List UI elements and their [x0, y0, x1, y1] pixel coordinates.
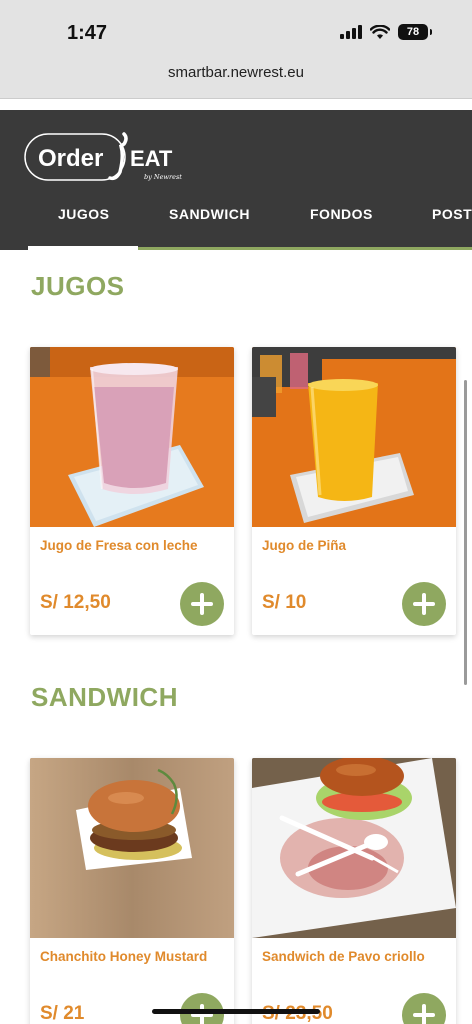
logo-by-text: by Newrest: [144, 173, 182, 181]
status-icons: 78: [340, 24, 432, 40]
product-image-turkey-sandwich: [252, 758, 456, 938]
product-card[interactable]: Sandwich de Pavo criollo S/ 23,50: [252, 758, 456, 1024]
product-price: S/ 10: [262, 592, 307, 613]
tab-jugos[interactable]: JUGOS: [58, 206, 110, 222]
section-title-jugos: JUGOS: [31, 271, 125, 301]
cellular-signal-icon: [340, 25, 362, 39]
tab-postres[interactable]: POST: [432, 206, 472, 222]
tab-sandwich[interactable]: SANDWICH: [169, 206, 250, 222]
tab-fondos[interactable]: FONDOS: [310, 206, 373, 222]
category-tabs: JUGOS SANDWICH FONDOS POST: [0, 202, 472, 242]
active-tab-indicator: [28, 246, 138, 250]
product-name: Sandwich de Pavo criollo: [262, 949, 425, 964]
tabs-accent-line: [138, 247, 472, 250]
product-price: S/ 12,50: [40, 592, 111, 613]
add-to-cart-button[interactable]: [402, 993, 446, 1024]
battery-icon: 78: [398, 24, 428, 40]
product-card[interactable]: Jugo de Piña S/ 10: [252, 347, 456, 635]
page-scrollbar[interactable]: [464, 380, 467, 685]
product-name: Jugo de Piña: [262, 538, 347, 553]
battery-tip: [430, 29, 432, 35]
app-header: Order EAT by Newrest JUGOS SANDWICH FOND…: [0, 110, 472, 250]
status-and-url-bar: 1:47 78 smartbar.newrest.eu: [0, 0, 472, 98]
url-bar[interactable]: smartbar.newrest.eu: [0, 64, 472, 81]
logo-order-text: Order: [38, 145, 103, 172]
wifi-icon: [370, 24, 390, 39]
add-to-cart-button[interactable]: [402, 582, 446, 626]
product-card[interactable]: Chanchito Honey Mustard S/ 21: [30, 758, 234, 1024]
product-image-pineapple-juice: [252, 347, 456, 527]
page-top-gap: [0, 98, 472, 110]
logo-eat-text: EAT: [130, 146, 173, 171]
product-image-pork-burger: [30, 758, 234, 938]
order-eat-logo[interactable]: Order EAT by Newrest: [24, 132, 194, 188]
section-title-sandwich: SANDWICH: [31, 682, 178, 712]
status-time: 1:47: [67, 22, 108, 44]
add-to-cart-button[interactable]: [180, 582, 224, 626]
product-price: S/ 21: [40, 1003, 85, 1024]
product-name: Chanchito Honey Mustard: [40, 949, 208, 964]
home-indicator[interactable]: [152, 1009, 320, 1014]
product-image-strawberry-juice: [30, 347, 234, 527]
product-name: Jugo de Fresa con leche: [40, 538, 198, 553]
product-card[interactable]: Jugo de Fresa con leche S/ 12,50: [30, 347, 234, 635]
